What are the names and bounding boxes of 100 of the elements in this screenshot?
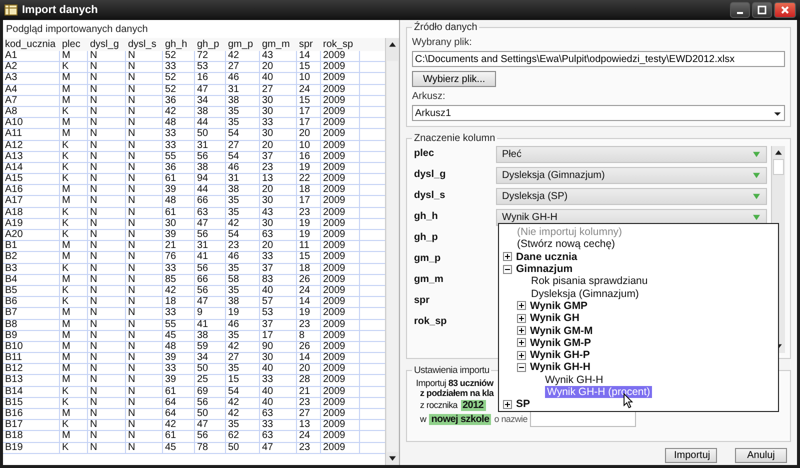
column-header[interactable]: rok_sp [321,38,360,51]
list-option[interactable]: Dysleksja (Gimnazjum) [531,288,639,300]
expand-icon[interactable] [503,400,512,409]
scroll-down-icon[interactable] [388,454,397,463]
expand-icon[interactable] [517,314,526,323]
column-header[interactable]: gm_m [260,38,297,51]
table-cell: 9 [195,308,226,318]
table-cell: 24 [297,286,321,296]
table-cell: 61 [163,386,195,397]
table-cell: 19 [297,162,321,174]
table-cell: N [88,364,126,374]
group-item[interactable]: Wynik GH-H [530,361,590,374]
table-cell: N [88,286,126,296]
column-name: gm_p [413,252,442,264]
column-header[interactable]: plec [60,38,88,51]
table-cell: 56 [195,152,226,162]
expand-icon[interactable] [503,252,512,262]
year-dropdown[interactable]: 2012 [460,400,486,410]
table-cell: B14 [3,386,60,397]
close-icon[interactable] [780,5,790,15]
column-dropdown[interactable]: Dysleksja (Gimnazjum) [496,167,767,184]
close-button[interactable] [774,2,796,18]
group-item[interactable]: Gimnazjum [516,263,573,276]
sheet-dropdown[interactable]: Arkusz1 [412,105,785,121]
group-item[interactable]: Wynik GMP [530,300,588,312]
table-cell: 41 [195,252,226,263]
scrollbar[interactable] [385,38,399,465]
table-cell: M [60,252,88,263]
group-item[interactable]: Wynik GH [530,312,580,324]
list-option[interactable]: Rok pisania sprawdzianu [531,275,648,288]
table-cell: N [126,342,163,352]
table-cell: N [126,442,163,453]
maximize-icon[interactable] [757,5,767,15]
column-header[interactable]: kod_ucznia [3,38,60,51]
table-cell: N [126,330,163,341]
table-cell: N [126,185,163,196]
group-item[interactable]: Wynik GH-P [530,349,590,362]
table-cell: 2009 [321,140,360,151]
table-cell: 23 [260,162,297,174]
expand-icon[interactable] [517,301,526,310]
name-field[interactable] [530,411,636,427]
table-cell: 21 [163,241,195,252]
table-cell: 17 [297,118,321,128]
column-dropdown[interactable]: Dysleksja (SP) [496,188,767,205]
expand-icon[interactable] [517,326,526,336]
group-title: Źródło danych [413,22,478,33]
table-cell: 23 [297,320,321,330]
column-header[interactable]: gh_h [163,38,195,51]
collapse-icon[interactable] [503,264,512,274]
list-option[interactable]: (Stwórz nową cechę) [517,238,616,250]
scroll-up-icon[interactable] [774,148,783,157]
column-header[interactable]: gm_p [226,38,260,51]
expand-icon[interactable] [517,338,526,348]
group-item[interactable]: SP [516,398,530,410]
scroll-up-icon[interactable] [388,40,397,49]
list-option[interactable]: Wynik GH-H (procent) [545,386,652,398]
table-cell: 58 [226,274,260,285]
group-item[interactable]: Wynik GM-P [530,336,592,349]
choose-file-button[interactable]: Wybierz plik... [412,71,496,87]
table-cell: M [60,84,88,95]
maximize-button[interactable] [752,2,772,18]
table-cell: 18 [297,264,321,274]
school-dropdown[interactable]: nowej szkole [429,414,492,424]
group-item[interactable]: Dane ucznia [516,250,578,263]
table-cell: 46 [226,162,260,174]
expand-icon[interactable] [517,350,526,360]
column-name: rok_sp [413,315,448,327]
table-cell: 27 [297,409,321,420]
table-cell: N [88,342,126,352]
column-header[interactable]: gh_p [195,38,226,51]
table-cell: K [60,218,88,229]
table-cell: N [88,129,126,140]
table-cell: 46 [226,320,260,330]
table-cell: 50 [195,129,226,140]
dialog-button[interactable]: Anuluj [735,448,787,463]
column-header[interactable]: dysl_s [126,38,163,51]
table-cell: 42 [226,409,260,420]
table-cell: 56 [195,230,226,240]
table-cell: 30 [163,218,195,229]
column-name: plec [413,147,436,159]
table-cell: B1 [3,241,60,252]
table-cell: 33 [163,140,195,151]
table-cell: 24 [297,431,321,442]
table-cell: 42 [226,51,260,62]
table-cell: 63 [260,230,297,240]
table-cell: 35 [226,264,260,274]
column-name: dysl_s [413,189,446,201]
minimize-button[interactable] [730,2,750,18]
column-header[interactable]: dysl_g [88,38,126,51]
table-cell: K [60,264,88,274]
dialog-button[interactable]: Importuj [665,448,717,463]
column-dropdown[interactable]: Płeć [496,146,767,163]
table-cell: N [126,218,163,229]
group-item[interactable]: Wynik GM-M [530,324,593,337]
file-path-field[interactable]: C:\Documents and Settings\Ewa\Pulpit\odpowiedzi_testy\EWD2012.xlsx [412,51,785,67]
table-cell: B17 [3,420,60,430]
column-header[interactable]: spr [297,38,321,51]
collapse-icon[interactable] [517,362,526,372]
table-cell: 54 [226,129,260,140]
list-option[interactable]: Wynik GH-H [545,374,604,386]
